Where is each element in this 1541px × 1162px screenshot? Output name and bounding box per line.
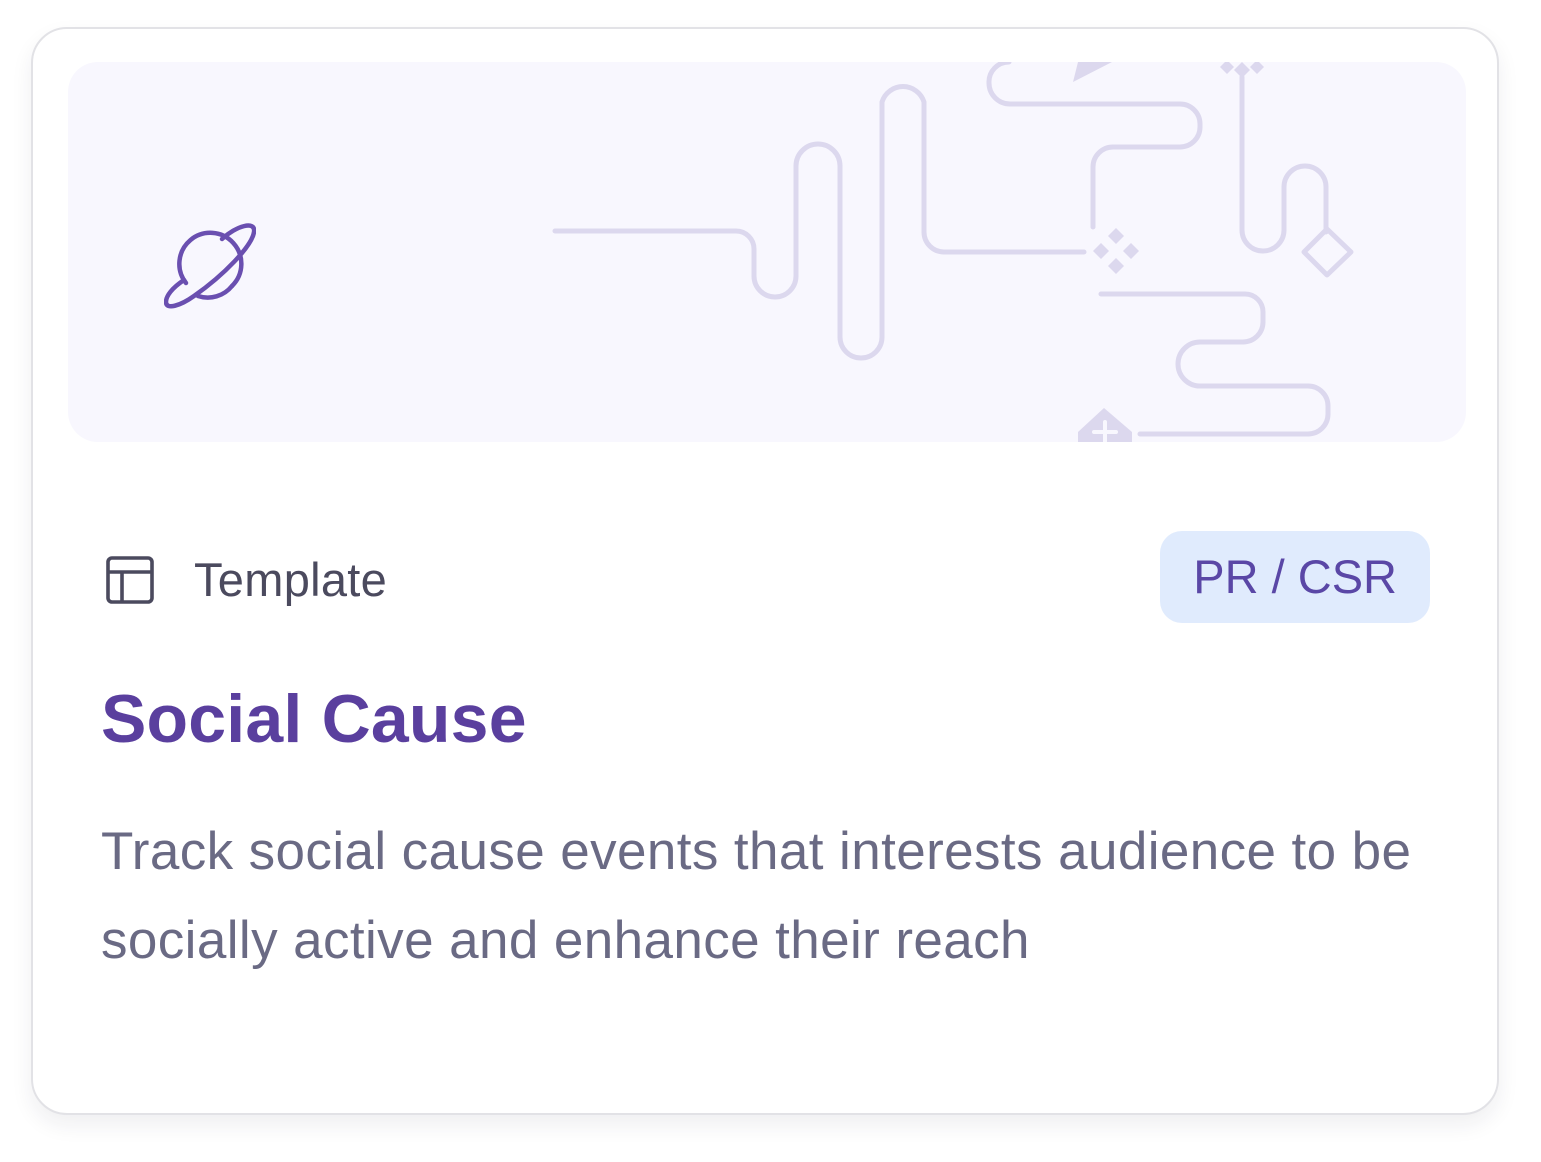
card-banner	[68, 62, 1466, 442]
template-layout-icon	[106, 556, 154, 604]
card-description: Track social cause events that interests…	[101, 822, 1412, 970]
planet-icon	[164, 223, 256, 309]
banner-decoration	[552, 62, 1354, 442]
type-label: Template	[194, 553, 388, 606]
category-badge: PR / CSR	[1160, 531, 1430, 623]
template-card[interactable]: Template PR / CSR Social Cause Track soc…	[31, 27, 1499, 1115]
card-title: Social Cause	[101, 681, 527, 757]
card-meta-row: Template PR / CSR	[106, 531, 1430, 623]
